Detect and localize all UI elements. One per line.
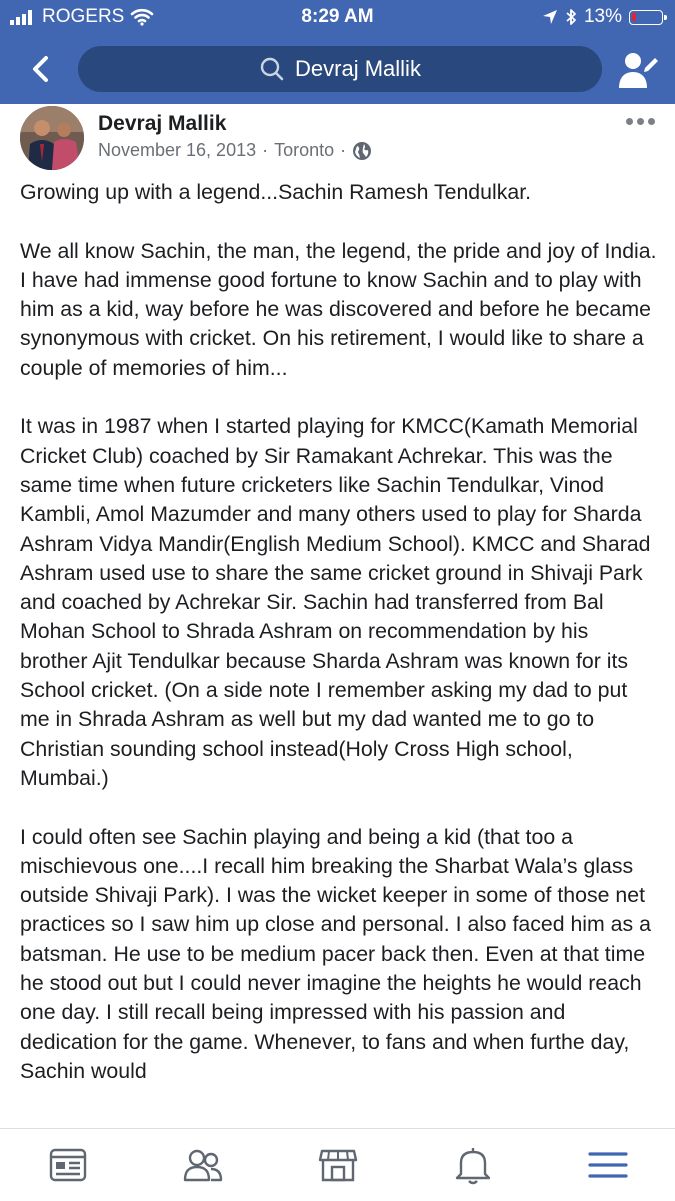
status-right: 13% — [542, 6, 667, 28]
app-header: ROGERS 8:29 AM 13% Devraj Mallik — [0, 0, 675, 104]
post-date[interactable]: November 16, 2013 — [98, 140, 256, 161]
post-paragraph: Growing up with a legend...Sachin Ramesh… — [20, 180, 532, 204]
avatar-image — [20, 106, 84, 170]
status-bar: ROGERS 8:29 AM 13% — [0, 0, 675, 36]
back-chevron-icon[interactable] — [24, 50, 60, 88]
battery-icon — [629, 9, 667, 25]
post-paragraph: We all know Sachin, the man, the legend,… — [20, 238, 657, 380]
bluetooth-icon — [566, 9, 576, 25]
meta-separator: · — [262, 140, 269, 160]
bottom-tab-bar — [0, 1128, 675, 1201]
marketplace-icon[interactable] — [316, 1143, 360, 1187]
author-avatar[interactable] — [20, 106, 84, 170]
nav-row: Devraj Mallik — [0, 44, 675, 94]
post-location[interactable]: Toronto — [274, 140, 334, 161]
friends-icon[interactable] — [181, 1143, 225, 1187]
globe-icon — [353, 141, 372, 160]
battery-level — [632, 12, 636, 21]
post-paragraph: I could often see Sachin playing and bei… — [20, 824, 651, 1083]
post-text: Growing up with a legend...Sachin Ramesh… — [20, 178, 660, 1124]
notifications-bell-icon[interactable] — [451, 1143, 495, 1187]
search-query: Devraj Mallik — [295, 56, 421, 81]
meta-separator-2: · — [340, 140, 347, 160]
search-input[interactable]: Devraj Mallik — [78, 46, 602, 92]
search-icon — [260, 57, 284, 81]
more-options-icon[interactable] — [626, 118, 658, 130]
location-arrow-icon — [542, 10, 557, 24]
post-meta: November 16, 2013 · Toronto · — [98, 140, 372, 161]
post-header: Devraj Mallik November 16, 2013 · Toront… — [0, 104, 675, 174]
news-feed-icon[interactable] — [46, 1143, 90, 1187]
post-paragraph: It was in 1987 when I started playing fo… — [20, 414, 651, 790]
author-name[interactable]: Devraj Mallik — [98, 112, 226, 136]
menu-icon[interactable] — [586, 1143, 630, 1187]
profile-edit-icon[interactable] — [616, 48, 660, 92]
battery-percent: 13% — [583, 6, 622, 27]
